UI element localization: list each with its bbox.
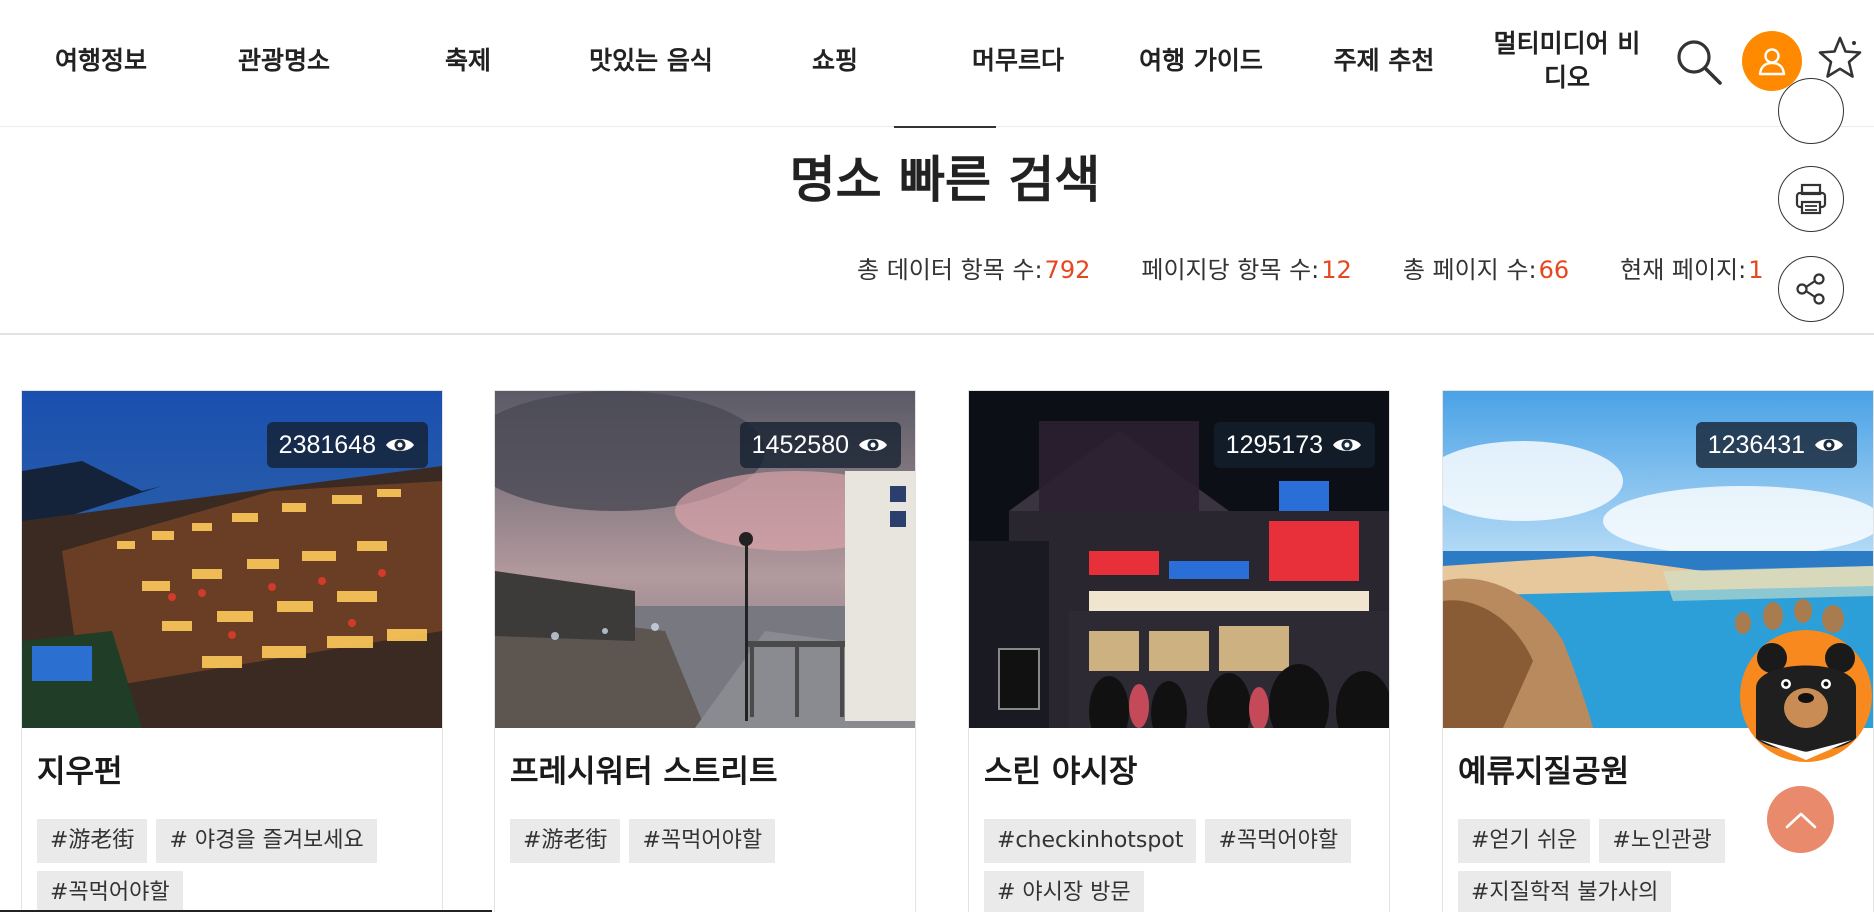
- tag[interactable]: #꼭먹어야할: [37, 871, 183, 912]
- eye-icon: [1331, 434, 1363, 456]
- view-count-badge: 1295173: [1213, 422, 1375, 468]
- title-underline: [894, 126, 996, 128]
- view-count-badge: 2381648: [266, 422, 428, 468]
- stat-items-per-page: 페이지당 항목 수:12: [1141, 250, 1351, 290]
- nav-item-shopping[interactable]: 쇼핑: [750, 26, 920, 96]
- view-count: 1295173: [1225, 430, 1323, 459]
- stat-total-pages: 총 페이지 수:66: [1403, 250, 1569, 290]
- attraction-card[interactable]: 1295173 스린 야시장 #checkinhotspot #꼭먹어야할 # …: [968, 390, 1390, 912]
- chevron-up-icon: [1785, 812, 1816, 828]
- bear-mascot-button[interactable]: [1738, 628, 1874, 764]
- print-button[interactable]: [1778, 166, 1844, 232]
- tag-list: #checkinhotspot #꼭먹어야할 # 야시장 방문: [984, 819, 1384, 912]
- stat-value: 66: [1538, 256, 1570, 284]
- share-icon: [1796, 273, 1825, 305]
- nav-item-travel-info[interactable]: 여행정보: [16, 26, 186, 96]
- stat-label: 페이지당 항목 수:: [1141, 256, 1320, 284]
- view-count-badge: 1236431: [1695, 422, 1857, 468]
- nav-item-attractions[interactable]: 관광명소: [199, 26, 369, 96]
- view-count: 1236431: [1707, 430, 1805, 459]
- attraction-title[interactable]: 스린 야시장: [984, 746, 1137, 791]
- tag[interactable]: #지질학적 불가사의: [1458, 871, 1672, 912]
- attraction-title[interactable]: 프레시워터 스트리트: [510, 746, 777, 791]
- nav-item-travel-guide[interactable]: 여행 가이드: [1116, 26, 1286, 96]
- section-divider: [0, 333, 1874, 335]
- star-icon[interactable]: [1814, 33, 1866, 85]
- attraction-card[interactable]: 1452580 프레시워터 스트리트 #游老街 #꼭먹어야할: [494, 390, 916, 912]
- stats-bar: 총 데이터 항목 수:792 페이지당 항목 수:12 총 페이지 수:66 현…: [857, 250, 1815, 290]
- tag[interactable]: #游老街: [37, 819, 148, 863]
- search-icon[interactable]: [1670, 33, 1726, 89]
- attraction-image[interactable]: 1295173: [969, 391, 1389, 728]
- stat-current-page: 현재 페이지:1: [1620, 250, 1763, 290]
- user-icon: [1758, 48, 1786, 76]
- stat-total-items: 총 데이터 항목 수:792: [857, 250, 1090, 290]
- print-icon: [1795, 183, 1827, 215]
- tag[interactable]: #꼭먹어야할: [1205, 819, 1352, 863]
- tag[interactable]: #游老街: [510, 819, 621, 863]
- tag[interactable]: #checkinhotspot: [984, 819, 1197, 863]
- view-count: 1452580: [751, 430, 849, 459]
- nav-item-festivals[interactable]: 축제: [383, 26, 553, 96]
- tag[interactable]: #노인관광: [1599, 819, 1725, 863]
- tag[interactable]: #얻기 쉬운: [1458, 819, 1591, 863]
- nav-item-stay[interactable]: 머무르다: [933, 26, 1103, 96]
- tag[interactable]: # 야시장 방문: [984, 871, 1144, 912]
- attraction-image[interactable]: 1452580: [495, 391, 915, 728]
- page-title: 명소 빠른 검색: [789, 151, 1101, 209]
- attraction-card[interactable]: 2381648 지우펀 #游老街 # 야경을 즐겨보세요 #꼭먹어야할: [21, 390, 443, 912]
- nav-item-food[interactable]: 맛있는 음식: [566, 26, 736, 96]
- stat-label: 현재 페이지:: [1620, 256, 1747, 284]
- nav-item-multimedia[interactable]: 멀티미디어 비디오: [1482, 26, 1652, 96]
- attraction-image[interactable]: 2381648: [22, 391, 442, 728]
- nav-item-theme[interactable]: 주제 추천: [1299, 26, 1469, 96]
- tag[interactable]: #꼭먹어야할: [629, 819, 776, 863]
- side-tool-button[interactable]: [1778, 78, 1844, 144]
- stat-label: 총 페이지 수:: [1402, 256, 1537, 284]
- attraction-title[interactable]: 예류지질공원: [1458, 746, 1629, 791]
- attraction-title[interactable]: 지우펀: [37, 746, 123, 791]
- stat-value: 12: [1321, 256, 1352, 284]
- back-to-top-button[interactable]: [1767, 786, 1834, 853]
- site-header: 여행정보 관광명소 축제 맛있는 음식 쇼핑 머무르다 여행 가이드 주제 추천…: [0, 0, 1874, 127]
- view-count: 2381648: [278, 430, 376, 459]
- eye-icon: [384, 434, 416, 456]
- stat-label: 총 데이터 항목 수:: [857, 256, 1043, 284]
- view-count-badge: 1452580: [739, 422, 901, 468]
- share-button[interactable]: [1778, 256, 1844, 322]
- eye-icon: [1813, 434, 1845, 456]
- tag-list: #游老街 #꼭먹어야할: [510, 819, 910, 871]
- tag[interactable]: # 야경을 즐겨보세요: [156, 819, 377, 863]
- eye-icon: [857, 434, 889, 456]
- tag-list: #游老街 # 야경을 즐겨보세요 #꼭먹어야할: [37, 819, 437, 912]
- stat-value: 1: [1748, 256, 1764, 284]
- stat-value: 792: [1044, 256, 1091, 284]
